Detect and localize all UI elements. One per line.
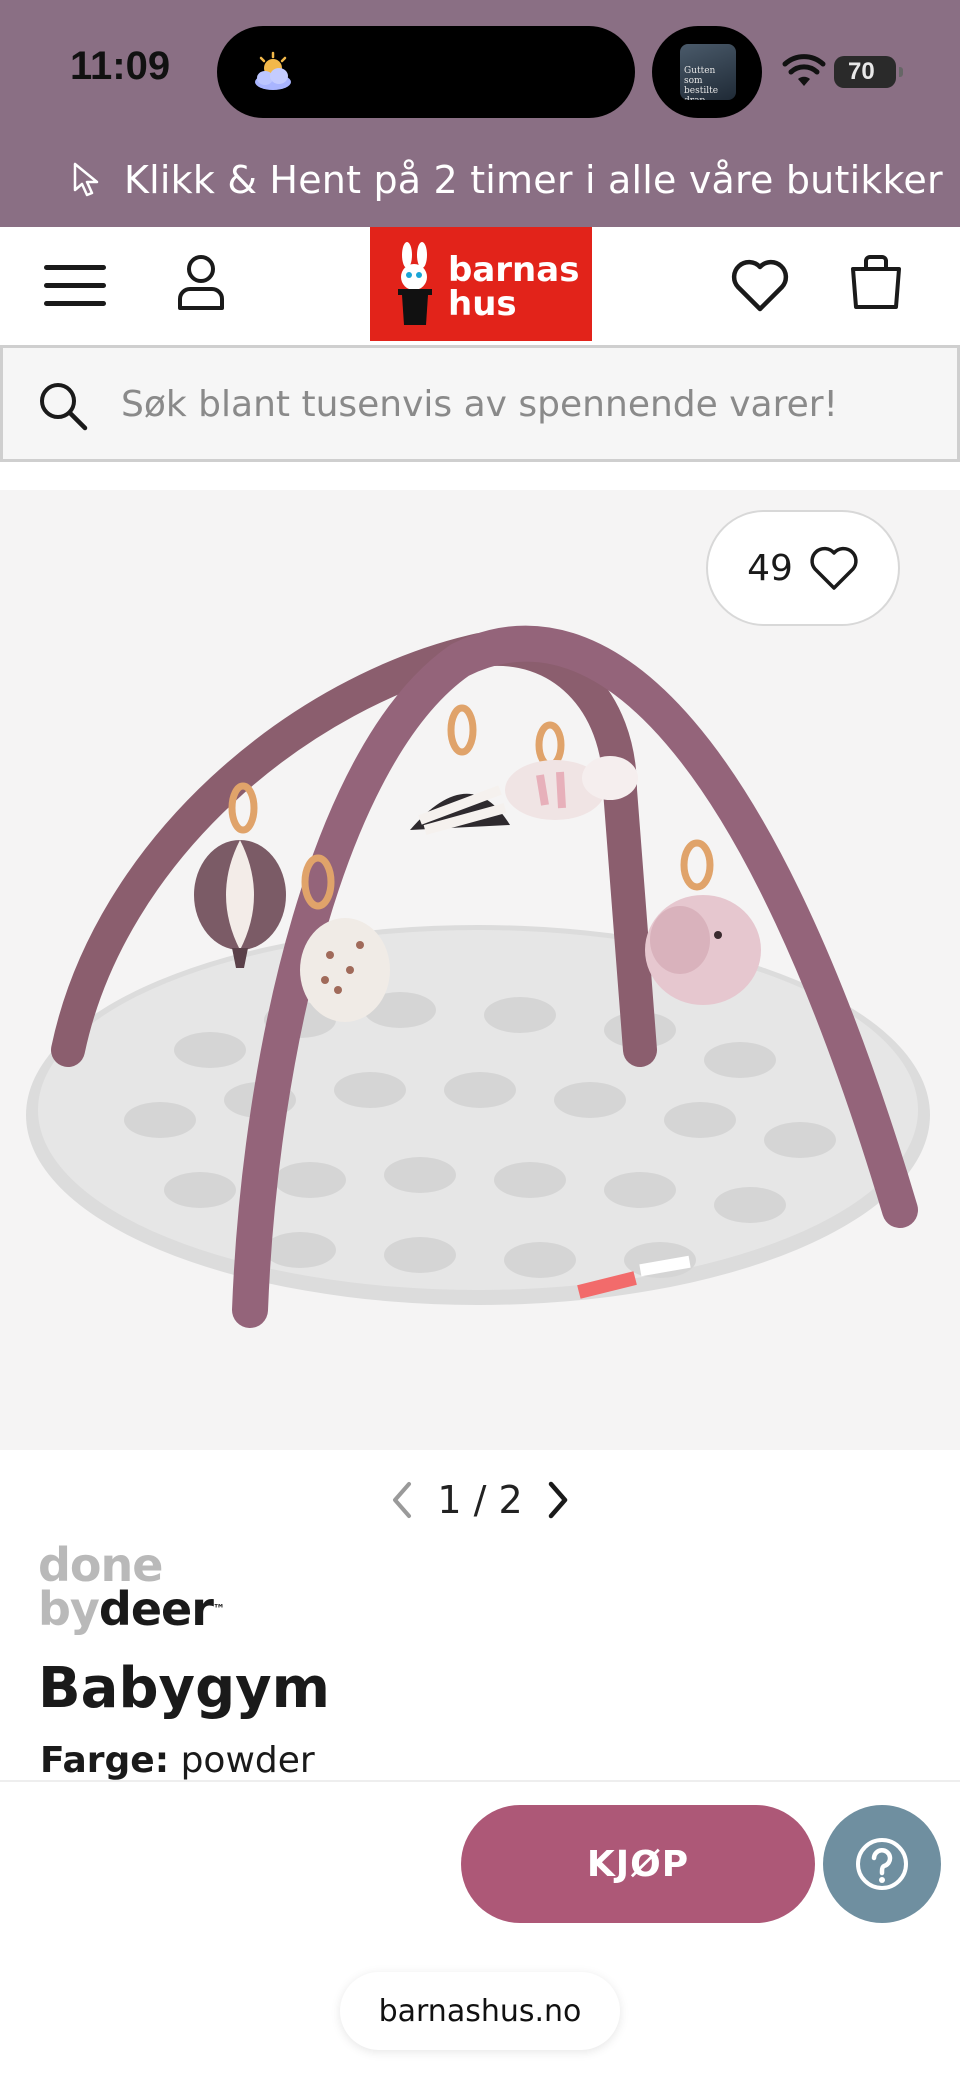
logo-line2: hus — [448, 284, 517, 324]
search-icon — [40, 383, 88, 431]
dynamic-island — [217, 26, 635, 118]
album-art-text: Gutten som bestilte drap — [684, 66, 719, 100]
promo-text: Klikk & Hent på 2 timer i alle våre buti… — [124, 158, 943, 202]
menu-button[interactable] — [44, 265, 106, 313]
favorite-button[interactable]: 49 — [706, 510, 900, 626]
page-total: 2 — [498, 1478, 523, 1522]
cursor-icon — [73, 162, 99, 197]
logo-line1: barnas — [448, 250, 580, 290]
search-input[interactable] — [121, 374, 931, 434]
bag-icon[interactable] — [848, 251, 904, 311]
page-separator: / — [473, 1478, 487, 1522]
help-button[interactable] — [823, 1805, 941, 1923]
brand-line2: bydeer™ — [38, 1586, 225, 1632]
heart-icon[interactable] — [730, 257, 790, 313]
page-current: 1 — [437, 1478, 462, 1522]
status-time: 11:09 — [70, 44, 171, 88]
menu-icon-bar — [44, 265, 106, 270]
product-gallery[interactable] — [0, 490, 960, 1450]
brand-tm: ™ — [212, 1602, 225, 1616]
browser-url-bar[interactable]: barnashus.no — [340, 1972, 620, 2050]
user-icon[interactable] — [176, 253, 226, 311]
promo-banner[interactable]: Klikk & Hent på 2 timer i alle våre buti… — [72, 158, 943, 202]
wifi-icon — [782, 54, 826, 86]
search-bar[interactable] — [0, 345, 960, 462]
color-value: powder — [180, 1740, 315, 1780]
breadcrumb — [0, 462, 960, 490]
product-image — [26, 625, 930, 1328]
buy-button[interactable]: KJØP — [461, 1805, 815, 1923]
color-label: Farge: — [40, 1740, 170, 1780]
product-color: Farge: powder — [40, 1740, 315, 1780]
battery-indicator: 70 — [834, 56, 903, 88]
bunny-hat-icon — [398, 242, 432, 325]
menu-icon-bar — [44, 283, 106, 288]
chevron-left-icon[interactable] — [389, 1480, 413, 1520]
logo-text: barnas hus — [448, 253, 579, 321]
product-title: Babygym — [38, 1656, 331, 1721]
bottom-bar: KJØP barnashus.no — [0, 1780, 960, 2081]
battery-level: 70 — [848, 58, 875, 85]
now-playing-island[interactable]: Gutten som bestilte drap — [652, 26, 762, 118]
weather-icon — [255, 51, 291, 90]
brand-logo[interactable]: done bydeer™ — [38, 1538, 225, 1632]
album-art: Gutten som bestilte drap — [680, 44, 736, 100]
top-banner: 11:09 Gutten som bestilte drap 70 Klikk … — [0, 0, 960, 227]
brand-line1: done — [38, 1538, 163, 1592]
chevron-right-icon[interactable] — [547, 1480, 571, 1520]
brand-deer: deer — [98, 1582, 214, 1636]
brand-by: by — [38, 1582, 100, 1636]
help-icon — [856, 1838, 908, 1890]
site-logo[interactable]: barnas hus — [370, 227, 592, 341]
pager-label: 1 / 2 — [437, 1478, 522, 1522]
gallery-pager: 1 / 2 — [380, 1472, 580, 1528]
favorite-count: 49 — [747, 547, 793, 589]
menu-icon-bar — [44, 301, 106, 306]
heart-outline-icon — [810, 546, 858, 590]
